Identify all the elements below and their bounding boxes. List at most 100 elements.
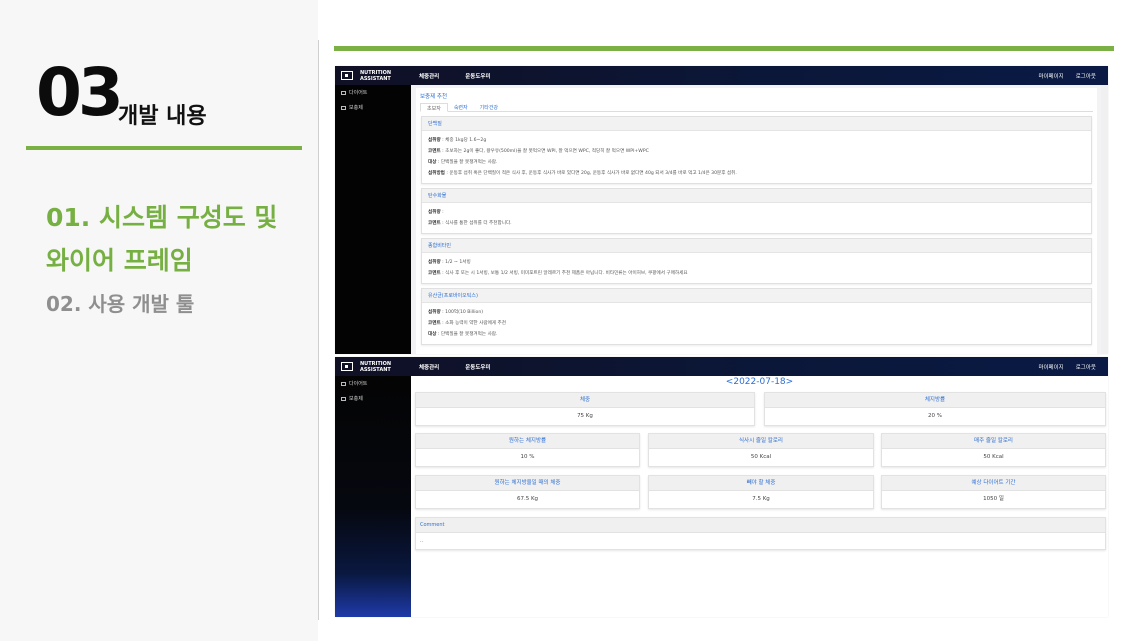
sidebar-item-label: 다이어트 (349, 381, 368, 387)
section-number: 03 (36, 54, 124, 131)
card-line: 섭취량 : 체중 1kg당 1.6~2g (428, 138, 487, 143)
box-value: 10 % (520, 454, 535, 460)
box-label: 빼야 할 체중 (649, 476, 873, 491)
sidebar-item-label: 보충제 (349, 396, 363, 402)
sidebar-item-diet[interactable]: 다이어트 (335, 376, 411, 391)
sidebar-item-supplement[interactable]: 보충제 (335, 100, 411, 115)
slide-left-panel: 03 개발 내용 01. 시스템 구성도 및 와이어 프레임 02. 사용 개발… (0, 0, 318, 641)
brand-line1: NUTRITION (360, 69, 392, 76)
sidebar-item-supplement[interactable]: 보충제 (335, 391, 411, 406)
top-accent-rule (334, 46, 1114, 51)
weight-box: 체중 75 Kg (415, 392, 755, 426)
nav-mypage[interactable]: 마이페이지 (1038, 363, 1063, 371)
body-fat-box: 체지방률 20 % (764, 392, 1106, 426)
subsection-system-diagram: 01. 시스템 구성도 및 와이어 프레임 (46, 196, 316, 282)
menu-icon (341, 396, 346, 401)
diet-content: <2022-07-18> 체중 75 Kg 체지방률 20 % 원하는 체지방률… (411, 376, 1108, 617)
box-label: 체지방률 (765, 393, 1105, 408)
subsection-1-line2: 와이어 프레임 (46, 246, 193, 275)
recommendation-panel: 보충제 추천 초보자 숙련자 기타건강 단백질 섭취량 : 체중 1kg당 1.… (416, 88, 1097, 354)
nav-exercise-helper[interactable]: 운동도우미 (465, 363, 490, 371)
subsection-1-line1: 01. 시스템 구성도 및 (46, 203, 278, 232)
nav-mypage[interactable]: 마이페이지 (1038, 72, 1063, 80)
comment-box: Comment .. (415, 517, 1106, 550)
monitor-icon (341, 71, 353, 80)
box-value: 67.5 Kg (516, 496, 539, 502)
nav-weight-management[interactable]: 체중관리 (419, 72, 439, 80)
box-value: 75 Kg (577, 413, 593, 419)
left-accent-rule (26, 146, 302, 150)
box-value: 50 Kcal (750, 454, 772, 460)
card-title: 유산균(프로바이오틱스) (422, 289, 1091, 303)
box-label: 예상 다이어트 기간 (882, 476, 1105, 491)
supplement-content: 보충제 추천 초보자 숙련자 기타건강 단백질 섭취량 : 체중 1kg당 1.… (411, 85, 1108, 354)
card-line: 코멘트 : 초보자는 2g이 좋다, 왕우유(500ml)을 잘 못먹으면 WP… (428, 149, 649, 154)
box-value: 50 Kcal (983, 454, 1004, 460)
app-topbar: NUTRITION ASSISTANT 체중관리 운동도우미 마이페이지 로그아… (335, 66, 1108, 85)
box-label: 원하는 체지방률 (416, 434, 639, 449)
sidebar-item-diet[interactable]: 다이어트 (335, 85, 411, 100)
app-brand[interactable]: NUTRITION ASSISTANT (335, 357, 411, 376)
section-title: 개발 내용 (118, 104, 207, 129)
card-line: 섭취량 : 100억(10 Billion) (428, 310, 484, 315)
menu-icon (341, 90, 346, 95)
box-value: 7.5 Kg (752, 496, 770, 502)
app-sidebar: 다이어트 보충제 (335, 376, 411, 617)
diet-date: <2022-07-18> (725, 377, 794, 387)
app-brand[interactable]: NUTRITION ASSISTANT (335, 66, 411, 85)
recommendation-title: 보충제 추천 (420, 94, 448, 100)
card-title: 종합비타민 (422, 239, 1091, 253)
supplement-card-probiotics: 유산균(프로바이오틱스) 섭취량 : 100억(10 Billion) 코멘트 … (421, 288, 1092, 345)
subsection-dev-tools: 02. 사용 개발 툴 (46, 292, 195, 316)
tab-advanced[interactable]: 숙련자 (448, 103, 474, 111)
diet-screenshot: NUTRITION ASSISTANT 체중관리 운동도우미 마이페이지 로그아… (335, 357, 1108, 617)
supplement-screenshot: NUTRITION ASSISTANT 체중관리 운동도우미 마이페이지 로그아… (335, 66, 1108, 354)
card-title: 단백질 (422, 117, 1091, 131)
comment-label: Comment (416, 518, 1105, 533)
menu-icon (341, 381, 346, 386)
meal-calorie-box: 식사시 줄일 칼로리 50 Kcal (648, 433, 874, 467)
level-tabs: 초보자 숙련자 기타건강 (420, 103, 1093, 112)
nav-weight-management[interactable]: 체중관리 (419, 363, 439, 371)
target-fat-box: 원하는 체지방률 10 % (415, 433, 640, 467)
brand-line2: ASSISTANT (360, 75, 391, 82)
box-label: 매주 줄일 칼로리 (882, 434, 1105, 449)
supplement-card-multivitamin: 종합비타민 섭취량 : 1/2 ~ 1서빙 코멘트 : 식사 후 또는 시 1서… (421, 238, 1092, 284)
scrollbar[interactable] (1101, 85, 1108, 354)
card-line: 코멘트 : 식사를 통한 섭취를 더 추천합니다. (428, 221, 512, 226)
card-line: 대상 : 단백질을 잘 못챙겨먹는 사람. (428, 160, 498, 165)
card-line: 섭취방법 : 운동후 섭취 혹은 단백질이 적은 식사 후, 운동후 식사가 바… (428, 171, 737, 176)
target-weight-box: 원하는 체지방율일 때의 체중 67.5 Kg (415, 475, 640, 509)
tab-beginner[interactable]: 초보자 (420, 103, 448, 112)
box-label: 식사시 줄일 칼로리 (649, 434, 873, 449)
supplement-card-protein: 단백질 섭취량 : 체중 1kg당 1.6~2g 코멘트 : 초보자는 2g이 … (421, 116, 1092, 184)
box-value: 1050 일 (983, 496, 1004, 502)
nav-logout[interactable]: 로그아웃 (1076, 363, 1096, 371)
app-topbar: NUTRITION ASSISTANT 체중관리 운동도우미 마이페이지 로그아… (335, 357, 1108, 376)
brand-line1: NUTRITION (360, 360, 392, 367)
card-line: 섭취량 : 1/2 ~ 1서빙 (428, 260, 471, 265)
nav-exercise-helper[interactable]: 운동도우미 (465, 72, 490, 80)
app-sidebar: 다이어트 보충제 (335, 85, 411, 354)
box-label: 원하는 체지방율일 때의 체중 (416, 476, 639, 491)
card-title: 탄수화물 (422, 189, 1091, 203)
box-label: 체중 (416, 393, 754, 408)
card-line: 대상 : 단백질을 잘 못챙겨먹는 사람. (428, 332, 498, 337)
card-line: 코멘트 : 식사 후 또는 시 1서빙, 보통 1/2 서빙, 미미포트린 알레… (428, 271, 688, 276)
lose-weight-box: 빼야 할 체중 7.5 Kg (648, 475, 874, 509)
monitor-icon (341, 362, 353, 371)
weekly-calorie-box: 매주 줄일 칼로리 50 Kcal (881, 433, 1106, 467)
sidebar-item-label: 보충제 (349, 105, 363, 111)
nav-logout[interactable]: 로그아웃 (1076, 72, 1096, 80)
vertical-divider (318, 40, 319, 620)
supplement-card-carbohydrate: 탄수화물 섭취량 : 코멘트 : 식사를 통한 섭취를 더 추천합니다. (421, 188, 1092, 234)
card-line: 섭취량 : (428, 210, 444, 215)
tab-other-health[interactable]: 기타건강 (474, 103, 504, 111)
box-value: 20 % (928, 413, 942, 419)
sidebar-item-label: 다이어트 (349, 90, 368, 96)
comment-value: .. (420, 538, 424, 544)
menu-icon (341, 105, 346, 110)
card-line: 코멘트 : 소화 능력이 약한 사람에게 추천 (428, 321, 506, 326)
diet-period-box: 예상 다이어트 기간 1050 일 (881, 475, 1106, 509)
brand-line2: ASSISTANT (360, 366, 391, 373)
